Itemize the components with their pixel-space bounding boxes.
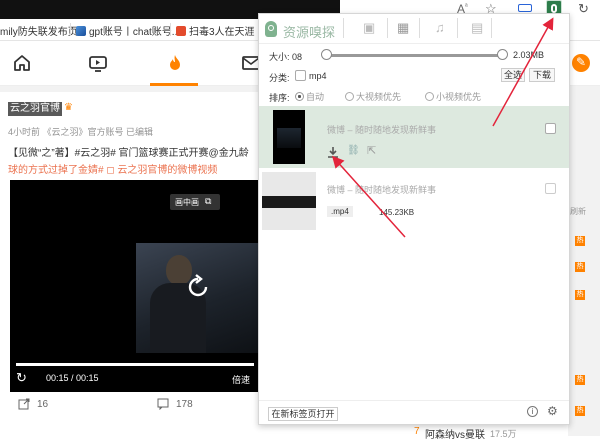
size-max-value: 2.03MB bbox=[513, 50, 545, 60]
resource-title: 微博 – 随时随地发现新鲜事 bbox=[327, 125, 437, 135]
post-username[interactable]: 云之羽官博 bbox=[8, 102, 62, 116]
size-filter-label: 大小: 08 bbox=[269, 52, 303, 62]
resource-thumbnail bbox=[273, 110, 305, 164]
sort-label: 排序: bbox=[269, 93, 290, 103]
resource-select-checkbox[interactable] bbox=[545, 183, 556, 194]
hot-rank-number: 7 bbox=[414, 426, 420, 437]
open-in-tab-button[interactable]: 在新标签页打开 bbox=[268, 407, 338, 421]
download-all-button[interactable]: 下载 bbox=[529, 68, 555, 82]
hot-icon[interactable] bbox=[164, 52, 186, 74]
settings-gear-icon[interactable]: ⚙ bbox=[547, 404, 558, 418]
hot-badge: 热 bbox=[575, 262, 585, 272]
gpt-favicon-icon bbox=[76, 26, 86, 36]
bookmark-item[interactable]: mily防失联发布页 bbox=[0, 23, 78, 38]
hot-badge: 热 bbox=[575, 236, 585, 246]
size-slider-min-handle[interactable] bbox=[321, 49, 332, 60]
vip-crown-icon: ♛ bbox=[64, 102, 73, 113]
home-icon[interactable] bbox=[11, 52, 33, 74]
refresh-icon[interactable]: ↻ bbox=[578, 1, 589, 17]
bookmark-item[interactable]: gpt账号丨chat账号... bbox=[76, 23, 180, 38]
hot-badge: 热 bbox=[575, 375, 585, 385]
video-player[interactable]: 画中画 ⧉ ↻ 00:15 / 00:15 倍速 bbox=[10, 180, 258, 392]
info-icon[interactable]: i bbox=[527, 406, 538, 417]
resource-item[interactable]: 微博 – 随时随地发现新鲜事 .mp4 145.23KB bbox=[259, 168, 569, 234]
sort-small-option[interactable]: 小视频优先 bbox=[425, 90, 481, 103]
compose-button[interactable]: ✎ bbox=[572, 54, 590, 72]
tab-document-icon[interactable]: ▤ bbox=[471, 20, 483, 36]
hot-topic-count: 17.5万 bbox=[490, 429, 517, 439]
resource-size: 145.23KB bbox=[379, 208, 415, 217]
replay-icon[interactable] bbox=[184, 273, 212, 301]
size-slider-track[interactable] bbox=[325, 54, 503, 57]
pip-button[interactable]: 画中画 ⧉ bbox=[170, 194, 220, 210]
pip-label: 画中画 bbox=[175, 198, 199, 207]
copy-link-icon[interactable]: ⛓ bbox=[347, 145, 360, 156]
hot-badge: 热 bbox=[575, 290, 585, 300]
sidebar-refresh-link[interactable]: 刷新 bbox=[570, 206, 586, 217]
category-mp4-label: mp4 bbox=[309, 71, 327, 81]
post-text-line1: 【见微“之”著】#云之羽# 官门篮球赛正式开赛@金九龄 bbox=[8, 148, 249, 159]
speed-button[interactable]: 倍速 bbox=[232, 373, 250, 386]
select-all-button[interactable]: 全选 bbox=[501, 68, 525, 82]
size-slider-max-handle[interactable] bbox=[497, 49, 508, 60]
extension-icon[interactable] bbox=[518, 4, 532, 12]
category-label: 分类: bbox=[269, 73, 290, 83]
hot-topic-link[interactable]: 阿森纳vs曼联 bbox=[425, 426, 485, 441]
progress-bar[interactable] bbox=[16, 363, 254, 366]
open-external-icon[interactable]: ⇱ bbox=[367, 144, 376, 157]
download-icon[interactable] bbox=[327, 146, 339, 158]
popup-header: 资源嗅探 ▣ ▦ ♫ ▤ bbox=[259, 14, 569, 44]
resource-ext-badge: .mp4 bbox=[327, 206, 353, 217]
bookmark-favicon-icon bbox=[176, 26, 186, 36]
sort-large-option[interactable]: 大视频优先 bbox=[345, 90, 401, 103]
sort-row: 排序: 自动 大视频优先 小视频优先 bbox=[259, 86, 569, 106]
resource-select-checkbox[interactable] bbox=[545, 123, 556, 134]
video-time: 00:15 / 00:15 bbox=[46, 373, 99, 383]
category-mp4-checkbox[interactable] bbox=[295, 70, 306, 81]
post-text-line2[interactable]: 球的方式过掉了金婧# ◻ 云之羽官博的微博视频 bbox=[8, 161, 258, 176]
tab-image-icon[interactable]: ▣ bbox=[363, 20, 375, 36]
tab-music-icon[interactable]: ♫ bbox=[435, 20, 445, 35]
repost-icon[interactable] bbox=[18, 398, 30, 410]
replay-small-icon[interactable]: ↻ bbox=[16, 370, 27, 386]
popup-footer: 在新标签页打开 i ⚙ bbox=[259, 400, 569, 424]
sort-auto-option[interactable]: 自动 bbox=[295, 90, 324, 103]
comment-icon[interactable] bbox=[157, 398, 169, 410]
tab-video-icon[interactable]: ▦ bbox=[397, 20, 409, 36]
post-meta: 4小时前 《云之羽》官方账号 已编辑 bbox=[8, 127, 154, 137]
sniffer-logo-icon bbox=[265, 21, 277, 37]
resource-thumbnail bbox=[262, 172, 316, 230]
popup-title: 资源嗅探 bbox=[283, 25, 336, 40]
resource-sniffer-popup: 资源嗅探 ▣ ▦ ♫ ▤ 大小: 08 2.03MB 分类: mp4 全选 下载… bbox=[258, 13, 570, 425]
edit-icon: ✎ bbox=[576, 55, 587, 69]
repost-count: 16 bbox=[37, 399, 49, 410]
video-icon[interactable] bbox=[87, 52, 109, 74]
hot-badge: 热 bbox=[575, 406, 585, 416]
resource-item[interactable]: 微博 – 随时随地发现新鲜事 ⛓ ⇱ bbox=[259, 106, 569, 168]
comment-count: 178 bbox=[176, 399, 193, 410]
pip-icon: ⧉ bbox=[205, 196, 212, 206]
resource-title: 微博 – 随时随地发现新鲜事 bbox=[327, 185, 437, 195]
